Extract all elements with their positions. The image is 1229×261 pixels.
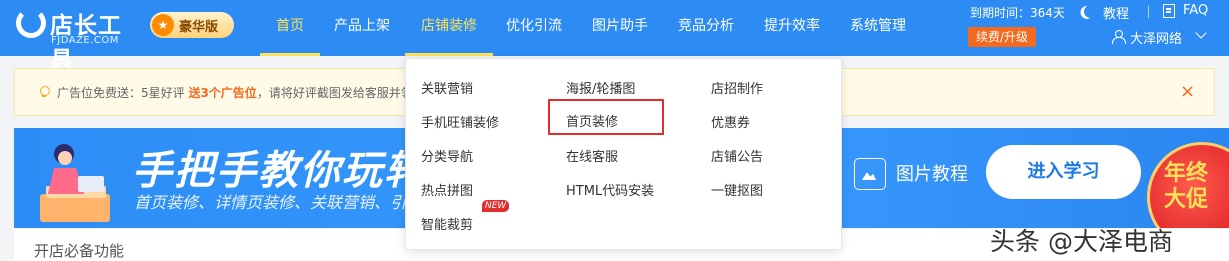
nav-active-underline: [260, 53, 320, 56]
logo-domain: FJDAZE.COM: [51, 35, 119, 46]
expire-text: 到期时间：364天: [970, 6, 1065, 20]
new-badge: NEW: [482, 200, 510, 212]
vip-badge[interactable]: ★ 豪华版: [150, 12, 234, 38]
menu-item-shop-announcement[interactable]: 店铺公告: [711, 146, 763, 165]
banner-subtitle: 首页装修、详情页装修、关联营销、引: [134, 193, 407, 212]
shop-decoration-dropdown: 关联营销 手机旺铺装修 分类导航 热点拼图 智能裁剪 NEW 海报/轮播图 首页…: [405, 58, 842, 250]
enter-learning-button[interactable]: 进入学习: [986, 145, 1141, 199]
nav-item-label: 系统管理: [850, 18, 906, 34]
menu-item-online-service[interactable]: 在线客服: [566, 146, 618, 165]
notice-text-after: ，请将好评截图发给客服并领: [256, 86, 413, 100]
image-icon[interactable]: [854, 158, 886, 190]
logo-mark-icon: [16, 8, 46, 38]
close-icon[interactable]: ×: [1180, 81, 1195, 102]
person-illustration-icon: [40, 144, 110, 222]
crown-icon: ★: [152, 14, 174, 36]
bulb-icon: [37, 84, 51, 98]
menu-item-coupon[interactable]: 优惠券: [711, 112, 750, 131]
menu-item-mobile-shop[interactable]: 手机旺铺装修: [421, 112, 499, 131]
nav-item-product[interactable]: 产品上架: [334, 0, 390, 56]
nav-item-label: 优化引流: [506, 18, 562, 34]
menu-item-homepage-decoration[interactable]: 首页装修: [548, 99, 664, 135]
promo-text: 年终大促: [1164, 161, 1209, 212]
watermark: 头条 @大泽电商: [990, 227, 1173, 256]
nav-item-efficiency[interactable]: 提升效率: [764, 0, 820, 56]
vip-badge-label: 豪华版: [179, 20, 219, 35]
menu-item-related-marketing[interactable]: 关联营销: [421, 78, 473, 97]
document-icon: [1163, 4, 1175, 18]
year-end-promo-badge[interactable]: 年终大促: [1147, 142, 1229, 228]
nav-item-label: 首页: [276, 18, 304, 34]
moon-icon: [1082, 3, 1099, 20]
user-icon: [1112, 30, 1126, 44]
divider: [1148, 6, 1149, 18]
faq-link[interactable]: FAQ: [1183, 3, 1208, 18]
notice-highlight: 送3个广告位: [188, 86, 257, 100]
banner-title: 手把手教你玩转: [132, 148, 426, 194]
menu-item-html-install[interactable]: HTML代码安装: [566, 180, 654, 199]
menu-item-smart-crop[interactable]: 智能裁剪: [421, 214, 473, 233]
top-nav-bar: 店长工具 FJDAZE.COM ★ 豪华版 首页 产品上架 店铺装修 优化引流 …: [0, 0, 1229, 73]
notice-text-before: 广告位免费送：5星好评: [57, 86, 189, 100]
menu-item-shop-sign[interactable]: 店招制作: [711, 78, 763, 97]
logo[interactable]: 店长工具 FJDAZE.COM: [16, 6, 142, 73]
nav-item-system[interactable]: 系统管理: [850, 0, 906, 56]
nav-item-traffic[interactable]: 优化引流: [506, 0, 562, 56]
nav-item-competitor[interactable]: 竞品分析: [678, 0, 734, 56]
nav-item-label: 店铺装修: [421, 18, 477, 34]
menu-item-category-nav[interactable]: 分类导航: [421, 146, 473, 165]
nav-hover-underline: [405, 53, 493, 56]
menu-item-hotspot-collage[interactable]: 热点拼图: [421, 180, 473, 199]
notice-text: 广告位免费送：5星好评 送3个广告位，请将好评截图发给客服并领: [57, 84, 413, 101]
nav-item-label: 产品上架: [334, 18, 390, 34]
menu-item-one-click-cutout[interactable]: 一键抠图: [711, 180, 763, 199]
renew-button[interactable]: 续费/升级: [968, 27, 1036, 47]
chevron-down-icon[interactable]: [1195, 27, 1207, 39]
nav-item-shop-decoration[interactable]: 店铺装修: [405, 0, 493, 56]
nav-item-image-helper[interactable]: 图片助手: [592, 0, 648, 56]
nav-item-label: 图片助手: [592, 18, 648, 34]
image-tutorial-link[interactable]: 图片教程: [896, 160, 968, 186]
section-title: 开店必备功能: [34, 242, 125, 260]
menu-item-poster-carousel[interactable]: 海报/轮播图: [566, 78, 635, 97]
nav-item-label: 提升效率: [764, 18, 820, 34]
user-name[interactable]: 大泽网络: [1130, 28, 1182, 47]
nav-item-label: 竞品分析: [678, 18, 734, 34]
nav-item-home[interactable]: 首页: [260, 0, 320, 56]
tutorial-link[interactable]: 教程: [1103, 3, 1129, 22]
